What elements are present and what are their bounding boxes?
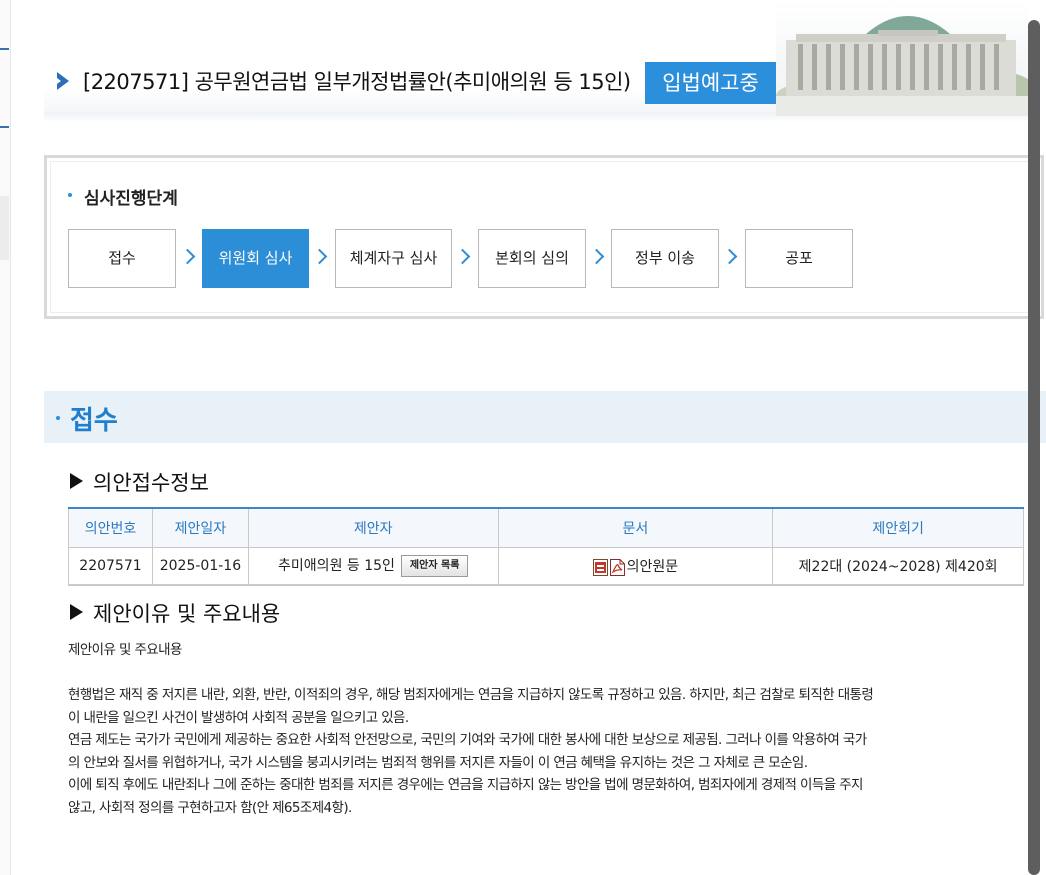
reason-heading-text: 제안이유 및 주요내용 bbox=[93, 602, 281, 626]
column-header: 제안일자 bbox=[151, 507, 249, 548]
triangle-right-icon bbox=[70, 604, 83, 620]
hwp-document-icon[interactable] bbox=[592, 558, 608, 576]
section-title: 접수 bbox=[70, 406, 118, 436]
pdf-document-icon[interactable] bbox=[609, 558, 625, 576]
reason-line: 이에 퇴직 후에도 내란죄나 그에 준하는 중대한 범죄를 저지른 경우에는 연… bbox=[68, 777, 863, 793]
step-government-transfer: 정부 이송 bbox=[611, 229, 719, 288]
reason-line: 의 안보와 질서를 위협하거나, 국가 시스템을 붕괴시키려는 범죄적 행위를 … bbox=[68, 755, 808, 771]
reason-line: 이 내란을 일으킨 사건이 발생하여 사회적 공분을 일으키고 있음. bbox=[68, 710, 409, 726]
document-cell: 의안원문 bbox=[497, 547, 774, 586]
step-committee-review: 위원회 심사 bbox=[202, 229, 309, 288]
bullet-dot-icon bbox=[68, 193, 72, 197]
step-plenary: 본회의 심의 bbox=[478, 229, 586, 288]
column-header: 제안회기 bbox=[772, 507, 1024, 548]
left-panel-divider bbox=[0, 48, 9, 50]
proposer-cell: 추미애의원 등 15인 제안자 목록 bbox=[247, 547, 499, 586]
bill-title: [2207571] 공무원연금법 일부개정법률안(추미애의원 등 15인) bbox=[83, 70, 631, 94]
proposal-date-cell: 2025-01-16 bbox=[151, 547, 249, 586]
column-header: 문서 bbox=[497, 507, 774, 548]
column-header: 제안자 bbox=[247, 507, 499, 548]
left-panel-divider bbox=[0, 126, 9, 128]
step-received: 접수 bbox=[68, 229, 176, 288]
bill-number-cell: 2207571 bbox=[68, 547, 153, 586]
document-link[interactable]: 의안원문 bbox=[627, 559, 679, 575]
reason-line: 현행법은 재직 중 저지른 내란, 외환, 반란, 이적죄의 경우, 해당 범죄… bbox=[68, 687, 874, 703]
vertical-scrollbar[interactable] bbox=[1028, 20, 1040, 875]
reason-label: 제안이유 및 주요내용 bbox=[68, 642, 182, 658]
status-badge: 입법예고중 bbox=[645, 62, 776, 104]
receipt-info-table: 의안번호 제안일자 제안자 문서 제안회기 2207571 2025-01-16… bbox=[68, 507, 1024, 586]
reason-line: 연금 제도는 국가가 국민에게 제공하는 중요한 사회적 안전망으로, 국민의 … bbox=[68, 732, 867, 748]
table-header-row: 의안번호 제안일자 제안자 문서 제안회기 bbox=[68, 507, 1024, 548]
national-assembly-building-image bbox=[776, 0, 1028, 116]
section-header bbox=[44, 391, 1046, 443]
column-header: 의안번호 bbox=[68, 507, 153, 548]
session-cell: 제22대 (2024~2028) 제420회 bbox=[772, 547, 1024, 586]
triangle-right-icon bbox=[70, 473, 83, 489]
left-panel-edge bbox=[0, 0, 11, 875]
proposer-text: 추미애의원 등 15인 bbox=[278, 558, 395, 574]
proposer-list-button[interactable]: 제안자 목록 bbox=[400, 555, 469, 577]
chevron-right-icon bbox=[57, 72, 69, 90]
bullet-dot-icon bbox=[56, 416, 60, 420]
left-panel-block bbox=[0, 196, 9, 260]
table-row: 2207571 2025-01-16 추미애의원 등 15인 제안자 목록 의안원… bbox=[68, 547, 1024, 586]
reason-heading: 제안이유 및 주요내용 bbox=[70, 598, 280, 628]
step-legal-review: 체계자구 심사 bbox=[335, 229, 452, 288]
receipt-info-heading: 의안접수정보 bbox=[70, 467, 209, 497]
step-promulgation: 공포 bbox=[745, 229, 853, 288]
progress-label: 심사진행단계 bbox=[84, 189, 178, 209]
reason-line: 않고, 사회적 정의를 구현하고자 함(안 제65조제4항). bbox=[68, 800, 352, 816]
receipt-info-heading-text: 의안접수정보 bbox=[93, 471, 209, 495]
